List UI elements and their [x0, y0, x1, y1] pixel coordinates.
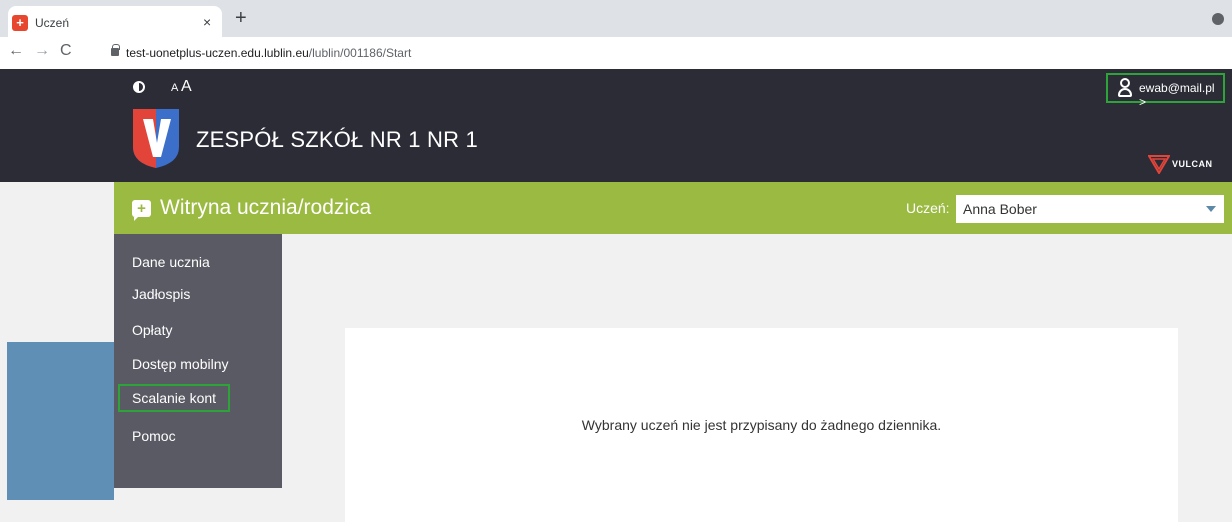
- browser-tab[interactable]: + Uczeń ×: [8, 6, 222, 37]
- site-header: A A ewab@mail.pl > ZESPÓŁ SZKÓŁ NR 1 NR …: [0, 69, 1232, 182]
- address-bar[interactable]: test-uonetplus-uczen.edu.lublin.eu/lubli…: [126, 46, 411, 60]
- reload-icon[interactable]: C: [60, 42, 72, 60]
- school-logo-icon: [133, 109, 179, 168]
- url-path: /lublin/001186/Start: [308, 46, 412, 60]
- browser-menu-icon[interactable]: [1212, 13, 1224, 25]
- decorative-block: [7, 342, 114, 500]
- tab-title: Uczeń: [35, 16, 70, 30]
- app-title[interactable]: Witryna ucznia/rodzica: [160, 196, 371, 220]
- student-select[interactable]: Anna Bober: [956, 195, 1224, 223]
- favicon-icon: +: [12, 15, 28, 31]
- lock-icon[interactable]: [111, 44, 120, 56]
- sidebar-item-scalanie-kont[interactable]: Scalanie kont: [118, 384, 231, 412]
- account-email: ewab@mail.pl >: [1139, 81, 1215, 109]
- sidebar-item-dane-ucznia[interactable]: Dane ucznia: [132, 254, 210, 270]
- chat-plus-icon: +: [132, 200, 151, 221]
- app-header-bar: + Witryna ucznia/rodzica Uczeń: Anna Bob…: [114, 182, 1232, 234]
- sidebar: Dane ucznia Jadłospis Opłaty Dostęp mobi…: [114, 234, 282, 488]
- sidebar-item-dostep-mobilny[interactable]: Dostęp mobilny: [132, 356, 229, 372]
- new-tab-icon[interactable]: +: [235, 8, 247, 28]
- vulcan-logo-icon: [1148, 155, 1170, 174]
- back-arrow-icon[interactable]: ←: [8, 42, 24, 60]
- vulcan-brand: VULCAN: [1172, 159, 1213, 169]
- student-label: Uczeń:: [906, 200, 950, 216]
- tab-close-icon[interactable]: ×: [203, 14, 211, 30]
- sidebar-item-jadlospis[interactable]: Jadłospis: [132, 286, 190, 302]
- font-decrease-button[interactable]: A: [171, 82, 178, 94]
- font-increase-button[interactable]: A: [181, 78, 192, 96]
- browser-tab-bar: + Uczeń × +: [0, 0, 1232, 37]
- student-select-value: Anna Bober: [963, 201, 1037, 217]
- empty-state-message: Wybrany uczeń nie jest przypisany do żad…: [581, 417, 942, 433]
- browser-toolbar: ← → C test-uonetplus-uczen.edu.lublin.eu…: [0, 37, 1232, 69]
- forward-arrow-icon[interactable]: →: [34, 42, 50, 60]
- user-icon: [1118, 78, 1132, 98]
- contrast-icon[interactable]: [133, 81, 145, 93]
- url-host: test-uonetplus-uczen.edu.lublin.eu: [126, 46, 309, 60]
- sidebar-item-pomoc[interactable]: Pomoc: [132, 428, 176, 444]
- school-name: ZESPÓŁ SZKÓŁ NR 1 NR 1: [196, 127, 478, 152]
- sidebar-item-oplaty[interactable]: Opłaty: [132, 322, 172, 338]
- chevron-down-icon: [1206, 206, 1216, 212]
- content-panel: Wybrany uczeń nie jest przypisany do żad…: [345, 328, 1178, 522]
- account-link[interactable]: ewab@mail.pl >: [1106, 73, 1225, 109]
